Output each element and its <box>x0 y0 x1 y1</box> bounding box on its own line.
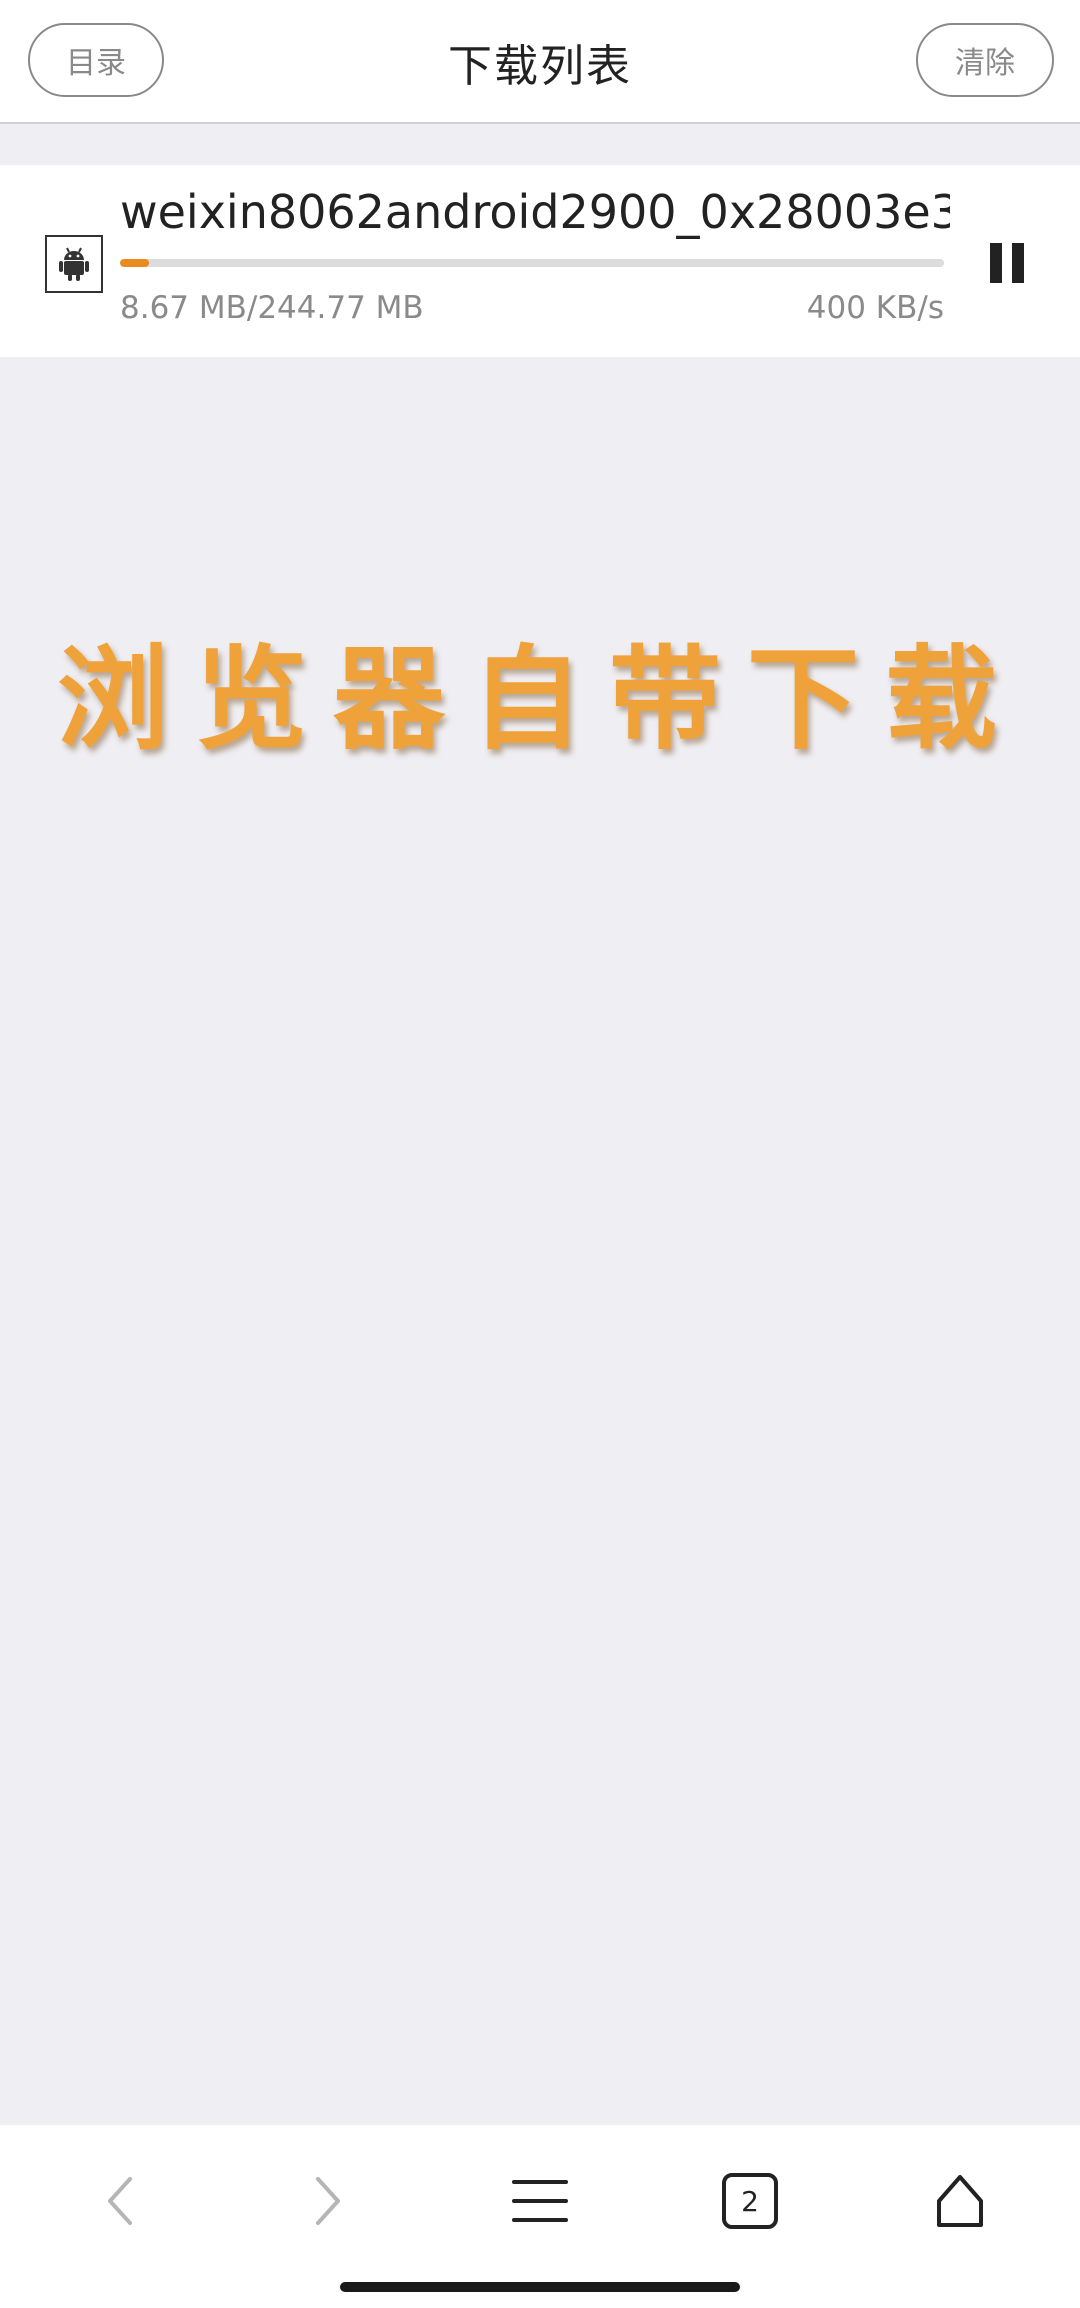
download-file-name: weixin8062android2900_0x28003e39 <box>120 185 950 239</box>
download-progress-fill <box>120 259 150 267</box>
download-size: 8.67 MB/244.77 MB <box>120 290 424 326</box>
header-bar: 目录 下载列表 清除 <box>0 0 1080 124</box>
chevron-right-icon[interactable] <box>288 2161 368 2241</box>
download-list-page: 目录 下载列表 清除 weixin8062android2900_0x28003… <box>0 0 1080 2308</box>
tabs-button[interactable]: 2 <box>710 2161 790 2241</box>
home-icon[interactable] <box>920 2161 1000 2241</box>
download-progress-bar <box>120 259 944 267</box>
bottom-navigation-bar: 2 <box>0 2125 1080 2308</box>
pause-icon[interactable] <box>986 235 1032 291</box>
download-item[interactable]: weixin8062android2900_0x28003e39 8.67 MB… <box>0 165 1080 357</box>
home-indicator-bar[interactable] <box>340 2282 740 2292</box>
chevron-left-icon[interactable] <box>80 2161 160 2241</box>
menu-icon[interactable] <box>500 2161 580 2241</box>
download-speed: 400 KB/s <box>806 290 944 326</box>
clear-button[interactable]: 清除 <box>916 23 1054 97</box>
android-icon <box>45 235 103 293</box>
tabs-count: 2 <box>741 2184 759 2218</box>
overlay-caption: 浏览器自带下载 <box>57 635 1023 765</box>
